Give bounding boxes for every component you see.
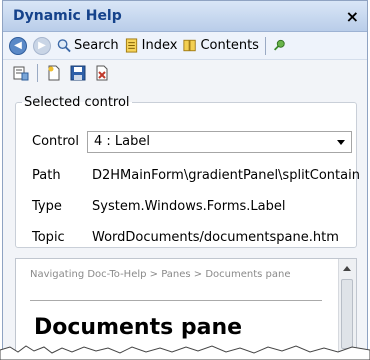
chevron-down-icon[interactable] <box>337 140 345 145</box>
path-label: Path <box>32 168 61 183</box>
control-select[interactable]: 4 : Label <box>87 131 352 153</box>
properties-icon[interactable] <box>13 65 29 81</box>
contents-label: Contents <box>200 38 259 53</box>
selected-control-group: Selected control Control 4 : Label Path … <box>15 95 360 248</box>
contents-button[interactable]: Contents <box>183 38 259 53</box>
torn-edge <box>0 345 370 360</box>
back-button[interactable]: ◀ <box>9 36 27 55</box>
pin-icon[interactable] <box>272 38 286 53</box>
type-value: System.Windows.Forms.Label <box>92 199 286 214</box>
delete-topic-icon[interactable] <box>94 65 110 81</box>
dynamic-help-panel: Dynamic Help × ◀ ▶ Search Index Contents… <box>2 0 368 360</box>
search-icon <box>57 39 71 53</box>
search-button[interactable]: Search <box>57 38 119 53</box>
help-toolbar: ◀ ▶ Search Index Contents <box>3 32 367 60</box>
panel-title: Dynamic Help <box>13 8 122 24</box>
save-icon[interactable] <box>70 65 86 81</box>
help-page-title: Documents pane <box>34 315 243 340</box>
contents-icon <box>183 39 197 52</box>
scroll-up-arrow-icon[interactable] <box>343 266 351 271</box>
search-label: Search <box>74 38 119 53</box>
toolbar-separator <box>264 36 266 55</box>
control-select-value: 4 : Label <box>94 134 150 149</box>
topic-value: WordDocuments/documentspane.htm <box>92 230 339 245</box>
index-label: Index <box>141 38 178 53</box>
breadcrumb-divider <box>30 300 322 301</box>
path-value: D2HMainForm\gradientPanel\splitContain <box>92 168 360 183</box>
type-label: Type <box>32 199 62 214</box>
secondary-toolbar <box>3 60 367 86</box>
control-label: Control <box>32 134 79 149</box>
close-icon[interactable]: × <box>346 7 359 26</box>
index-icon <box>125 38 137 53</box>
selected-control-legend: Selected control <box>24 95 130 110</box>
topic-label: Topic <box>32 230 65 245</box>
toolbar-separator <box>37 64 38 82</box>
index-button[interactable]: Index <box>125 38 178 53</box>
title-bar: Dynamic Help × <box>3 1 367 32</box>
forward-button[interactable]: ▶ <box>33 36 51 55</box>
new-topic-icon[interactable] <box>46 65 62 81</box>
breadcrumb[interactable]: Navigating Doc-To-Help > Panes > Documen… <box>30 269 310 281</box>
